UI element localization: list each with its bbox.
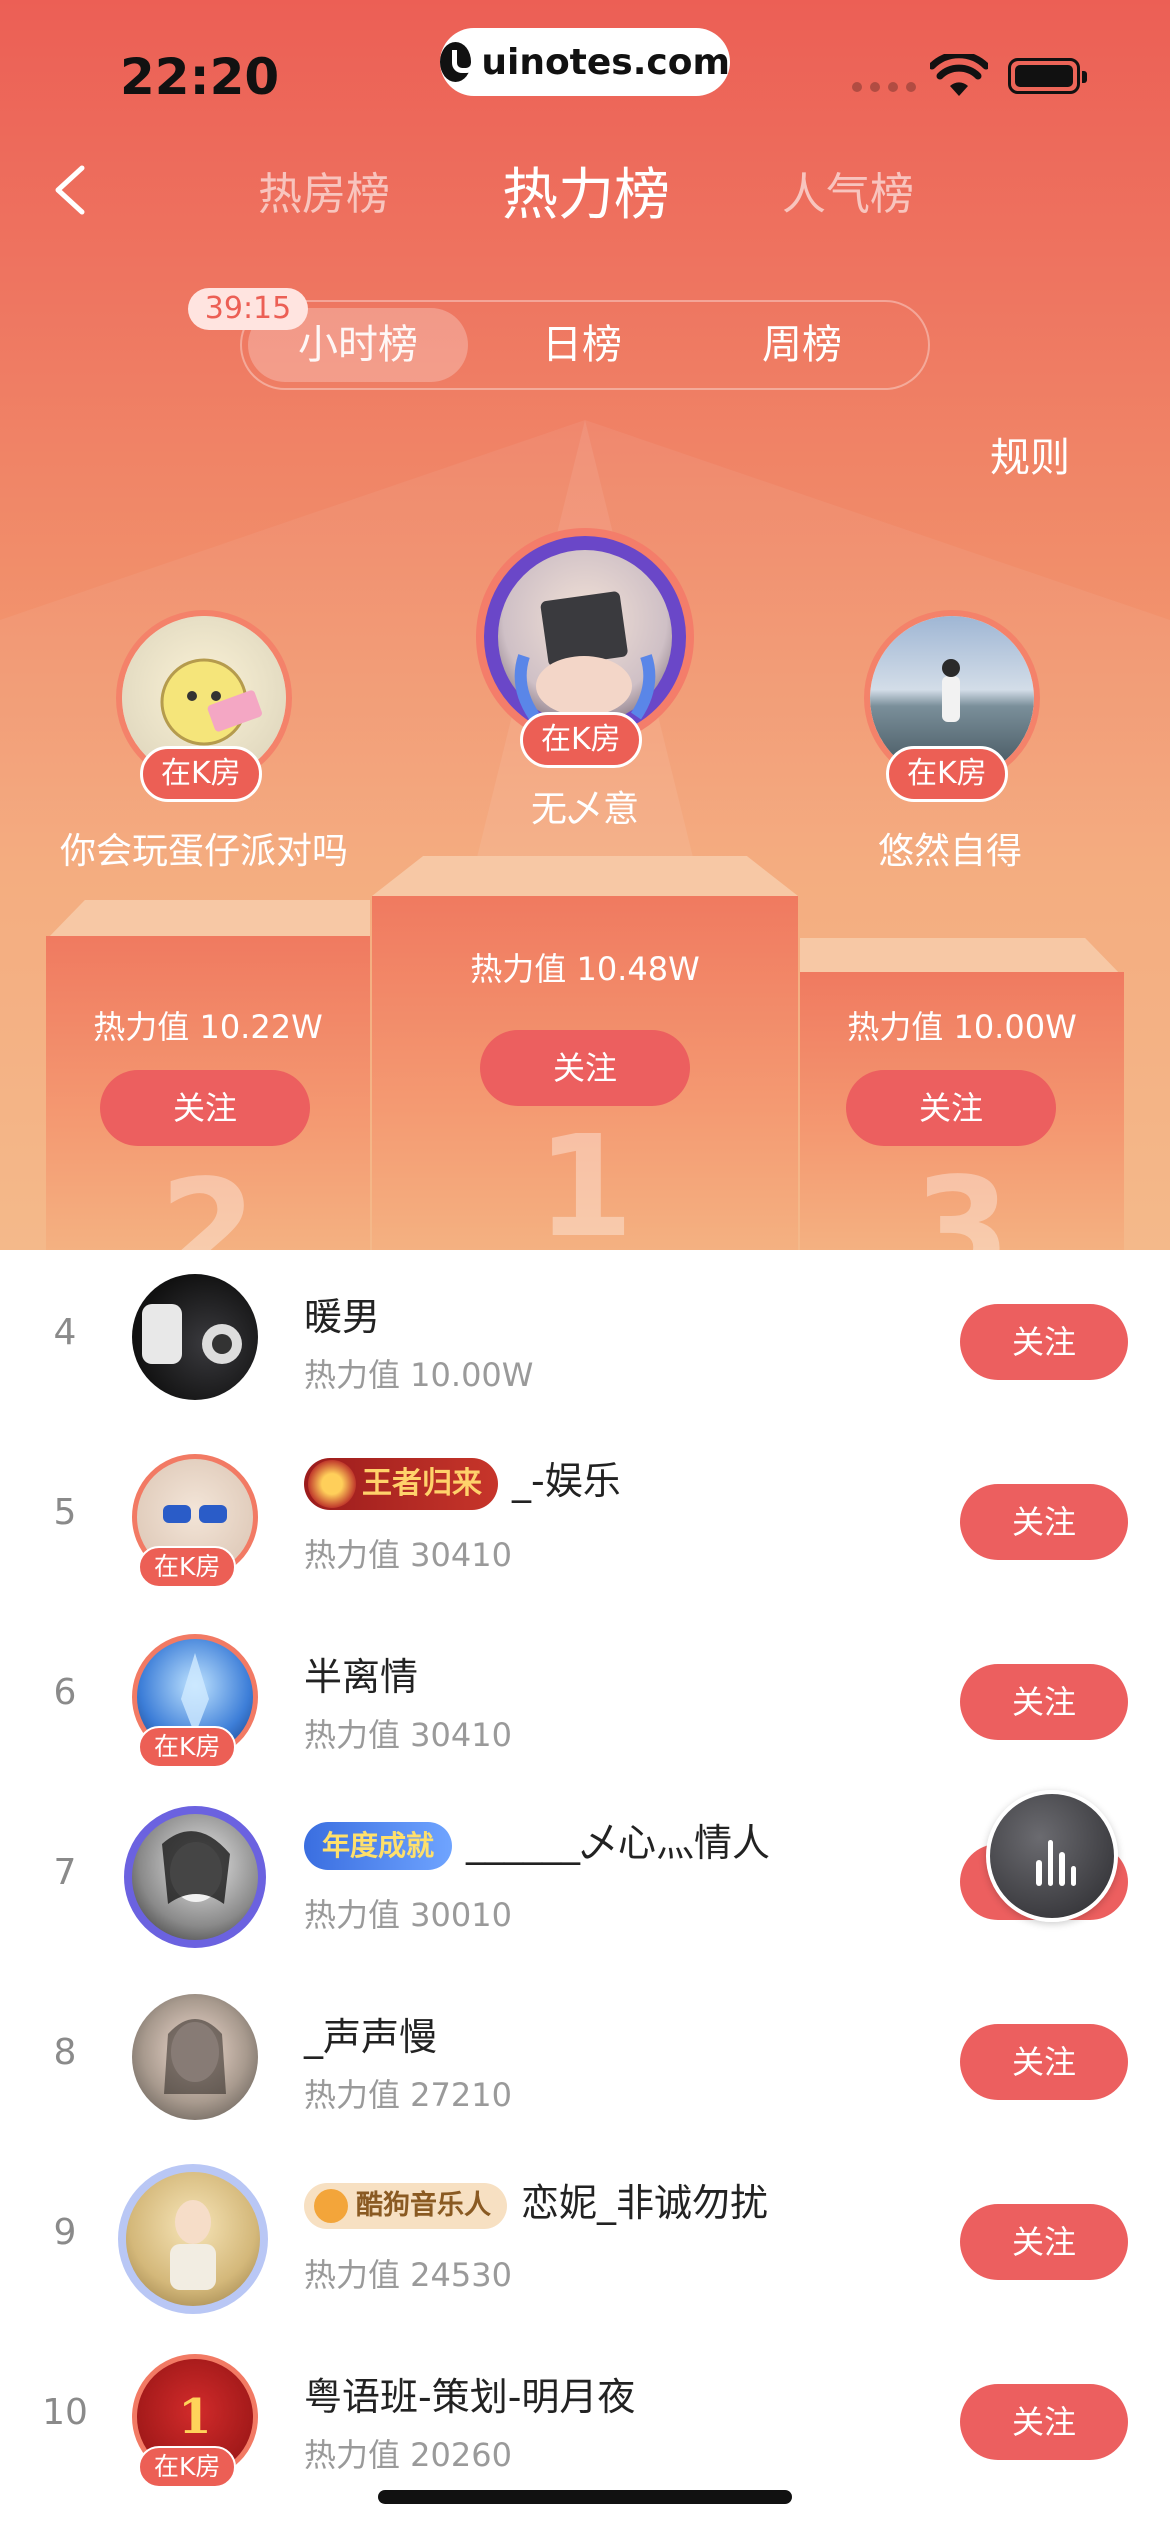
- signal-icon: [852, 82, 916, 92]
- user-name: 恋妮_非诚勿扰: [521, 2181, 769, 2225]
- follow-button[interactable]: 关注: [960, 1664, 1128, 1740]
- list-item[interactable]: 10 1 在K房 粤语班-策划-明月夜 热力值 20260 关注: [0, 2330, 1170, 2510]
- follow-button-second[interactable]: 关注: [100, 1070, 310, 1146]
- rank-number: 10: [42, 2392, 88, 2433]
- heat-value: 热力值 30010: [304, 1896, 512, 1934]
- avatar[interactable]: [132, 1994, 258, 2120]
- avatar[interactable]: [124, 1806, 266, 1948]
- follow-button[interactable]: 关注: [960, 2384, 1128, 2460]
- wifi-icon: [930, 54, 988, 96]
- heat-value: 热力值 27210: [304, 2076, 512, 2114]
- follow-button[interactable]: 关注: [960, 2024, 1128, 2100]
- podium-first-rank: 1: [536, 1106, 634, 1250]
- rank-number: 5: [53, 1492, 77, 1533]
- site-logo-icon: [440, 42, 477, 82]
- list-item[interactable]: 8 _声声慢 热力值 27210 关注: [0, 1970, 1170, 2150]
- in-room-tag: 在K房: [138, 1726, 237, 1768]
- user-name-line: 酷狗音乐人 恋妮_非诚勿扰: [304, 2172, 768, 2229]
- podium-second-heat: 热力值 10.22W: [93, 1008, 323, 1046]
- user-name: ______乄心灬情人: [466, 1821, 771, 1865]
- main-tabs: 热房榜 热力榜 人气榜: [0, 150, 1170, 230]
- user-name-line: 王者归来 _-娱乐: [304, 1450, 621, 1510]
- battery-icon: [1008, 58, 1087, 94]
- user-name: 粤语班-策划-明月夜: [304, 2375, 636, 2419]
- in-room-tag-third: 在K房: [886, 746, 1008, 802]
- list-item[interactable]: 6 在K房 半离情 热力值 30410 关注: [0, 1610, 1170, 1790]
- tab-hot-room[interactable]: 热房榜: [258, 158, 390, 222]
- heat-value: 热力值 30410: [304, 1536, 512, 1574]
- heat-value: 热力值 20260: [304, 2436, 512, 2474]
- tab-popularity[interactable]: 人气榜: [782, 158, 914, 222]
- list-item[interactable]: 5 在K房 王者归来 _-娱乐 热力值 30410 关注: [0, 1430, 1170, 1610]
- period-tabs: 小时榜 日榜 周榜: [240, 300, 930, 390]
- rank-number: 8: [53, 2032, 77, 2073]
- in-room-tag: 在K房: [138, 1546, 237, 1588]
- user-name-line: 年度成就 ______乄心灬情人: [304, 1812, 770, 1870]
- in-room-tag-first: 在K房: [520, 712, 642, 768]
- tab-weekly[interactable]: 周榜: [702, 302, 902, 388]
- ranking-header: 22:20 uinotes.com 热房榜 热力榜 人气榜 小时榜 日榜 周榜 …: [0, 0, 1170, 1250]
- home-indicator[interactable]: [378, 2490, 792, 2504]
- podium-second-name: 你会玩蛋仔派对吗: [59, 831, 348, 872]
- rank-number: 6: [53, 1672, 77, 1713]
- user-name: _声声慢: [304, 2015, 438, 2059]
- annual-achievement-badge: 年度成就: [304, 1821, 453, 1870]
- avatar[interactable]: [118, 2164, 268, 2314]
- podium-first-heat: 热力值 10.48W: [470, 950, 700, 988]
- podium-third-name: 悠然自得: [877, 831, 1022, 872]
- status-time: 22:20: [120, 48, 280, 106]
- tab-heat-rank[interactable]: 热力榜: [502, 150, 670, 231]
- follow-button-third[interactable]: 关注: [846, 1070, 1056, 1146]
- user-name: _-娱乐: [512, 1459, 621, 1503]
- podium-second-rank: 2: [159, 1150, 257, 1250]
- countdown-badge: 39:15: [188, 288, 308, 330]
- follow-button[interactable]: 关注: [960, 1484, 1128, 1560]
- podium-third-rank: 3: [913, 1148, 1011, 1250]
- in-room-tag-second: 在K房: [140, 746, 262, 802]
- in-room-tag: 在K房: [138, 2446, 237, 2488]
- floating-music-player[interactable]: [986, 1790, 1118, 1922]
- heat-value: 热力值 24530: [304, 2256, 512, 2294]
- avatar[interactable]: [132, 1274, 258, 1400]
- rank-number: 7: [53, 1852, 77, 1893]
- king-return-badge: 王者归来: [304, 1457, 498, 1510]
- podium-third-heat: 热力值 10.00W: [847, 1008, 1077, 1046]
- rank-number: 4: [53, 1312, 77, 1353]
- status-bar: 22:20 uinotes.com: [0, 0, 1170, 140]
- ranking-list: 4 暖男 热力值 10.00W 关注 5 在K房 王者归来 _-娱乐 热力值 30…: [0, 1250, 1170, 2532]
- user-name: 半离情: [304, 1655, 419, 1699]
- heat-value: 热力值 10.00W: [304, 1356, 534, 1394]
- rank-number: 9: [53, 2212, 77, 2253]
- svg-text:1: 1: [178, 2389, 211, 2445]
- url-pill[interactable]: uinotes.com: [440, 28, 730, 96]
- kugou-musician-badge: 酷狗音乐人: [304, 2182, 507, 2229]
- url-text: uinotes.com: [481, 41, 730, 83]
- heat-value: 热力值 30410: [304, 1716, 512, 1754]
- list-item[interactable]: 4 暖男 热力值 10.00W 关注: [0, 1250, 1170, 1430]
- rules-link[interactable]: 规则: [990, 425, 1070, 483]
- follow-button[interactable]: 关注: [960, 2204, 1128, 2280]
- user-name: 暖男: [304, 1295, 381, 1339]
- podium-first-name: 无乄意: [530, 789, 639, 830]
- audio-bars-icon: [1036, 1834, 1076, 1886]
- tab-daily[interactable]: 日榜: [482, 302, 682, 388]
- list-item[interactable]: 9 酷狗音乐人 恋妮_非诚勿扰 热力值 24530 关注: [0, 2150, 1170, 2330]
- follow-button-first[interactable]: 关注: [480, 1030, 690, 1106]
- follow-button[interactable]: 关注: [960, 1304, 1128, 1380]
